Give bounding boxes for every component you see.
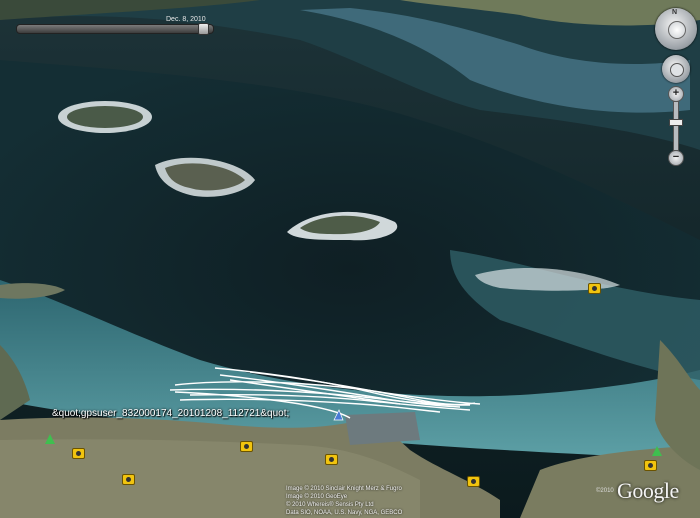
look-joystick-icon[interactable] bbox=[662, 55, 690, 83]
camera-placemark-icon[interactable] bbox=[588, 283, 601, 294]
credit-line: Image © 2010 Sinclair Knight Merz & Fugr… bbox=[286, 486, 402, 492]
compass-icon[interactable]: N bbox=[655, 8, 697, 50]
tree-placemark-icon[interactable] bbox=[45, 434, 55, 444]
zoom-rail[interactable] bbox=[673, 101, 679, 151]
camera-placemark-icon[interactable] bbox=[122, 474, 135, 485]
camera-placemark-icon[interactable] bbox=[325, 454, 338, 465]
zoom-in-button[interactable]: + bbox=[668, 86, 684, 102]
zoom-slider[interactable]: + − bbox=[668, 86, 684, 166]
earth-view[interactable] bbox=[0, 0, 700, 518]
credit-line: Image © 2010 GeoEye bbox=[286, 494, 348, 500]
time-slider-date: Dec. 8, 2010 bbox=[166, 16, 206, 23]
zoom-knob[interactable] bbox=[669, 119, 683, 126]
camera-placemark-icon[interactable] bbox=[644, 460, 657, 471]
look-around-icon[interactable] bbox=[668, 21, 686, 39]
gps-track-label[interactable]: &quot;gpsuser_832000174_20101208_112721&… bbox=[52, 408, 289, 419]
copyright-year: ©2010 bbox=[596, 488, 614, 494]
tree-placemark-icon[interactable] bbox=[652, 446, 662, 456]
zoom-out-button[interactable]: − bbox=[668, 150, 684, 166]
marina bbox=[345, 412, 420, 445]
camera-placemark-icon[interactable] bbox=[72, 448, 85, 459]
compass-north-label: N bbox=[672, 9, 678, 16]
time-slider-thumb[interactable] bbox=[198, 23, 209, 35]
time-slider[interactable]: Dec. 8, 2010 bbox=[16, 14, 214, 38]
camera-placemark-icon[interactable] bbox=[467, 476, 480, 487]
credit-line: Data SIO, NOAA, U.S. Navy, NGA, GEBCO bbox=[286, 510, 403, 516]
move-hand-icon[interactable] bbox=[670, 63, 684, 77]
google-logo: Google bbox=[617, 478, 679, 503]
camera-placemark-icon[interactable] bbox=[240, 441, 253, 452]
imagery-credits: Image © 2010 Sinclair Knight Merz & Fugr… bbox=[286, 485, 402, 517]
credit-line: © 2010 Whereis® Sensis Pty Ltd bbox=[286, 502, 374, 508]
time-slider-track[interactable] bbox=[16, 24, 214, 34]
